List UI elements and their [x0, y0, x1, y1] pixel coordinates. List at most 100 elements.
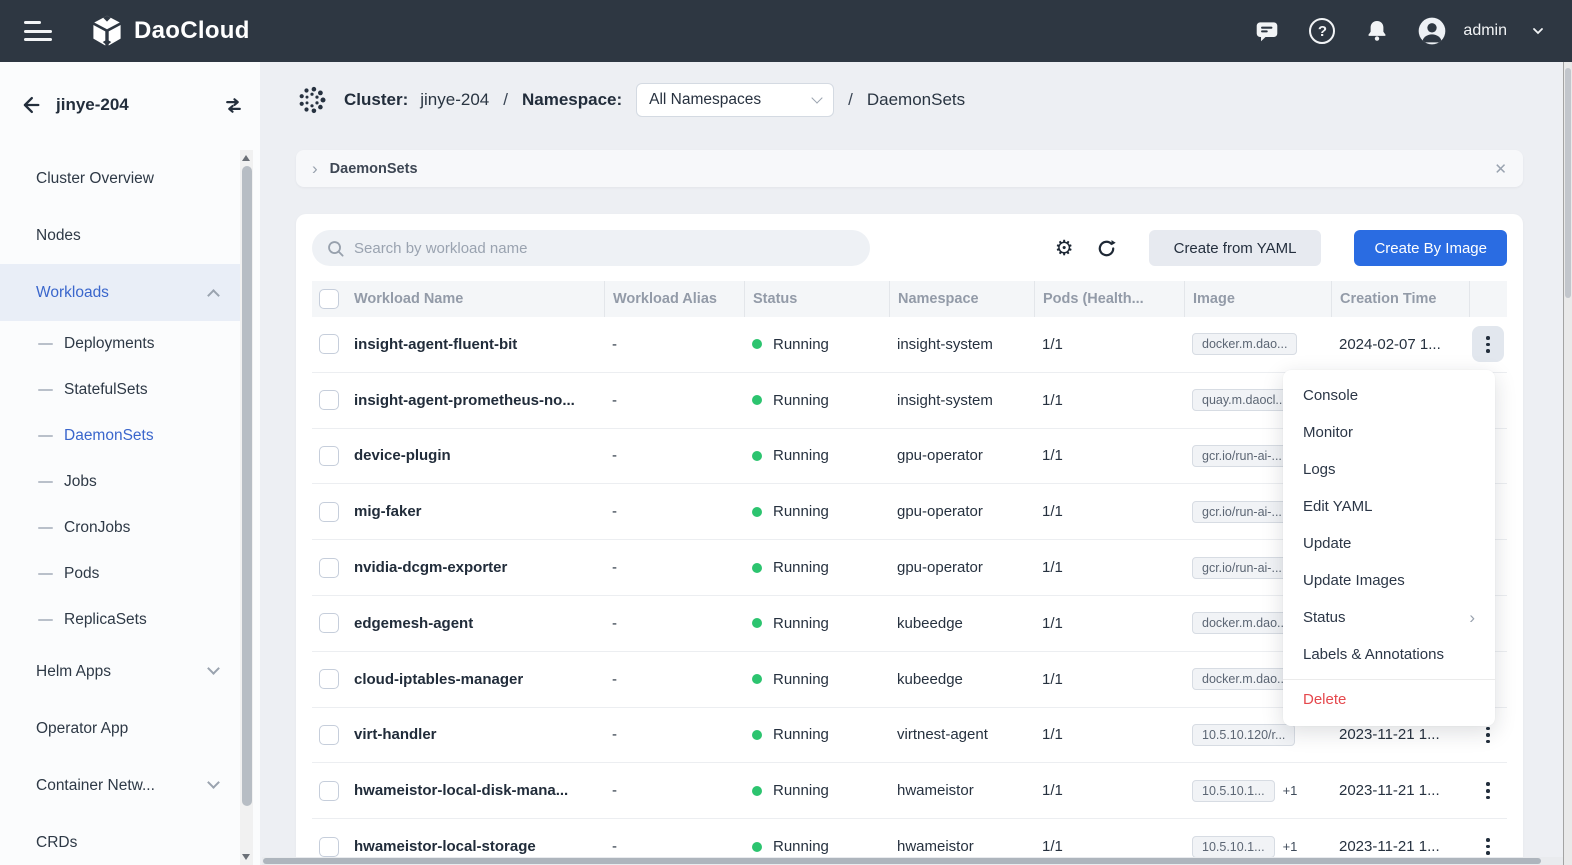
scroll-down-arrow-icon[interactable]	[242, 854, 250, 860]
workload-name[interactable]: virt-handler	[346, 726, 604, 743]
context-menu-item[interactable]: Monitor ›	[1283, 414, 1495, 451]
workload-name[interactable]: insight-agent-prometheus-no...	[346, 392, 604, 409]
sidebar-item[interactable]: Helm Apps	[0, 643, 240, 700]
refresh-icon[interactable]	[1095, 237, 1118, 260]
workload-name[interactable]: cloud-iptables-manager	[346, 671, 604, 688]
context-menu-item[interactable]: Edit YAML ›	[1283, 488, 1495, 525]
col-image[interactable]: Image	[1184, 281, 1331, 317]
workload-name[interactable]: hwameistor-local-storage	[346, 838, 604, 855]
search-input[interactable]	[354, 240, 856, 257]
row-checkbox[interactable]	[319, 781, 339, 801]
workload-name[interactable]: insight-agent-fluent-bit	[346, 336, 604, 353]
sidebar-item[interactable]: Pods	[0, 551, 240, 597]
image-tag[interactable]: docker.m.dao...	[1192, 612, 1297, 634]
context-menu-item[interactable]: Logs ›	[1283, 451, 1495, 488]
horizontal-scrollbar[interactable]	[262, 857, 1563, 865]
status-cell: Running	[744, 503, 889, 520]
col-workload-alias[interactable]: Workload Alias	[604, 281, 744, 317]
status-cell: Running	[744, 336, 889, 353]
image-tag[interactable]: 10.5.10.1...	[1192, 780, 1275, 802]
context-menu-item[interactable]: Labels & Annotations ›	[1283, 636, 1495, 673]
image-tag[interactable]: docker.m.dao...	[1192, 668, 1297, 690]
select-all-checkbox[interactable]	[319, 289, 339, 309]
sidebar-cluster-name: jinye-204	[56, 95, 129, 115]
context-menu-item[interactable]: Console ›	[1283, 377, 1495, 414]
image-extra-count[interactable]: +1	[1283, 783, 1298, 798]
sidebar-item[interactable]: StatefulSets	[0, 367, 240, 413]
kebab-menu-button[interactable]	[1472, 326, 1504, 362]
search-box[interactable]	[312, 230, 870, 266]
help-icon[interactable]: ?	[1306, 15, 1338, 47]
sidebar-item[interactable]: Workloads	[0, 264, 240, 321]
row-checkbox[interactable]	[319, 558, 339, 578]
sidebar-item[interactable]: CRDs	[0, 814, 240, 865]
image-cell: 10.5.10.120/r...	[1184, 724, 1331, 746]
context-menu-item[interactable]: Status ›	[1283, 599, 1495, 636]
sidebar-item[interactable]: Jobs	[0, 459, 240, 505]
horizontal-scrollbar-thumb[interactable]	[263, 858, 1541, 864]
cluster-value[interactable]: jinye-204	[420, 90, 489, 110]
context-menu-item[interactable]: Delete ›	[1283, 679, 1495, 719]
create-by-image-button[interactable]: Create By Image	[1354, 230, 1507, 266]
messages-icon[interactable]	[1251, 15, 1283, 47]
context-menu-item[interactable]: Update ›	[1283, 525, 1495, 562]
sidebar-item[interactable]: DaemonSets	[0, 413, 240, 459]
scroll-up-arrow-icon[interactable]	[242, 155, 250, 161]
image-tag[interactable]: docker.m.dao...	[1192, 333, 1297, 355]
sidebar-scrollbar[interactable]	[240, 150, 253, 865]
col-namespace[interactable]: Namespace	[889, 281, 1034, 317]
row-checkbox[interactable]	[319, 669, 339, 689]
namespace-select[interactable]: All Namespaces	[636, 83, 834, 117]
dash-icon	[38, 573, 53, 576]
sidebar-item[interactable]: ReplicaSets	[0, 597, 240, 643]
image-tag[interactable]: 10.5.10.120/r...	[1192, 724, 1295, 746]
workload-name[interactable]: edgemesh-agent	[346, 615, 604, 632]
col-creation-time[interactable]: Creation Time	[1331, 281, 1469, 317]
image-cell: docker.m.dao...	[1184, 333, 1331, 355]
row-checkbox[interactable]	[319, 613, 339, 633]
create-from-yaml-button[interactable]: Create from YAML	[1149, 230, 1322, 266]
col-status[interactable]: Status	[744, 281, 889, 317]
cluster-label: Cluster:	[344, 90, 408, 110]
image-extra-count[interactable]: +1	[1283, 839, 1298, 854]
close-icon[interactable]: ✕	[1494, 160, 1507, 178]
image-tag[interactable]: gcr.io/run-ai-...	[1192, 501, 1292, 523]
kebab-menu-button[interactable]	[1472, 773, 1504, 809]
back-arrow-icon[interactable]	[18, 93, 42, 117]
sidebar-item[interactable]: Deployments	[0, 321, 240, 367]
image-tag[interactable]: gcr.io/run-ai-...	[1192, 557, 1292, 579]
switch-cluster-icon[interactable]	[221, 93, 246, 118]
image-tag[interactable]: 10.5.10.1...	[1192, 836, 1275, 858]
image-tag[interactable]: gcr.io/run-ai-...	[1192, 445, 1292, 467]
row-checkbox[interactable]	[319, 390, 339, 410]
sidebar-item[interactable]: Operator App	[0, 700, 240, 757]
hamburger-menu-icon[interactable]	[24, 21, 52, 41]
col-workload-name[interactable]: Workload Name	[346, 281, 604, 317]
sidebar-scrollbar-thumb[interactable]	[242, 166, 252, 806]
sidebar-item[interactable]: Container Netw...	[0, 757, 240, 814]
row-checkbox[interactable]	[319, 725, 339, 745]
image-tag[interactable]: quay.m.daocl...	[1192, 389, 1296, 411]
sidebar-item[interactable]: Nodes	[0, 207, 240, 264]
filter-bar: › DaemonSets ✕	[296, 150, 1523, 187]
sidebar-item[interactable]: CronJobs	[0, 505, 240, 551]
workload-name[interactable]: nvidia-dcgm-exporter	[346, 559, 604, 576]
settings-gear-icon[interactable]: ⚙	[1055, 238, 1074, 259]
row-checkbox[interactable]	[319, 837, 339, 857]
workload-name[interactable]: device-plugin	[346, 447, 604, 464]
user-avatar[interactable]	[1416, 15, 1448, 47]
page-scrollbar[interactable]	[1563, 62, 1572, 865]
workload-name[interactable]: hwameistor-local-disk-mana...	[346, 782, 604, 799]
status-label: Running	[773, 615, 829, 632]
context-menu-item[interactable]: Update Images ›	[1283, 562, 1495, 599]
notifications-bell-icon[interactable]	[1361, 15, 1393, 47]
user-menu-caret-icon[interactable]	[1530, 23, 1546, 39]
row-checkbox[interactable]	[319, 446, 339, 466]
col-pods[interactable]: Pods (Health...	[1034, 281, 1184, 317]
row-checkbox[interactable]	[319, 334, 339, 354]
workload-name[interactable]: mig-faker	[346, 503, 604, 520]
sidebar-item[interactable]: Cluster Overview	[0, 150, 240, 207]
page-scrollbar-thumb[interactable]	[1565, 68, 1571, 298]
row-checkbox[interactable]	[319, 502, 339, 522]
chevron-right-icon[interactable]: ›	[312, 159, 318, 179]
